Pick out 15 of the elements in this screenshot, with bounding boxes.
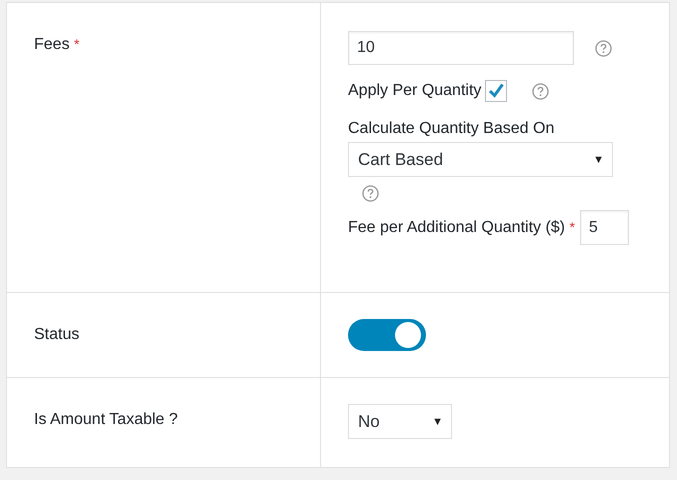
fees-input[interactable]: 10 bbox=[348, 31, 574, 65]
basis-dropdown[interactable]: Cart Based ▼ bbox=[348, 142, 613, 177]
checkbox-label: Apply Per Quantity bbox=[348, 82, 482, 100]
field-label: Status bbox=[34, 326, 80, 343]
additional-fee-input[interactable]: 5 bbox=[580, 210, 629, 245]
field-label: Fee per Additional Quantity ($) * bbox=[348, 218, 575, 236]
select-label: Calculate Quantity Based On bbox=[348, 120, 556, 138]
help-icon[interactable] bbox=[362, 185, 379, 202]
help-icon[interactable] bbox=[595, 40, 612, 56]
status-toggle[interactable] bbox=[348, 319, 426, 351]
help-icon[interactable] bbox=[532, 82, 550, 100]
field-label: Is Amount Taxable ? bbox=[34, 411, 178, 428]
taxable-dropdown[interactable]: No ▼ bbox=[348, 404, 452, 439]
checkbox[interactable] bbox=[485, 80, 508, 102]
field-label: Fees * bbox=[34, 36, 80, 53]
